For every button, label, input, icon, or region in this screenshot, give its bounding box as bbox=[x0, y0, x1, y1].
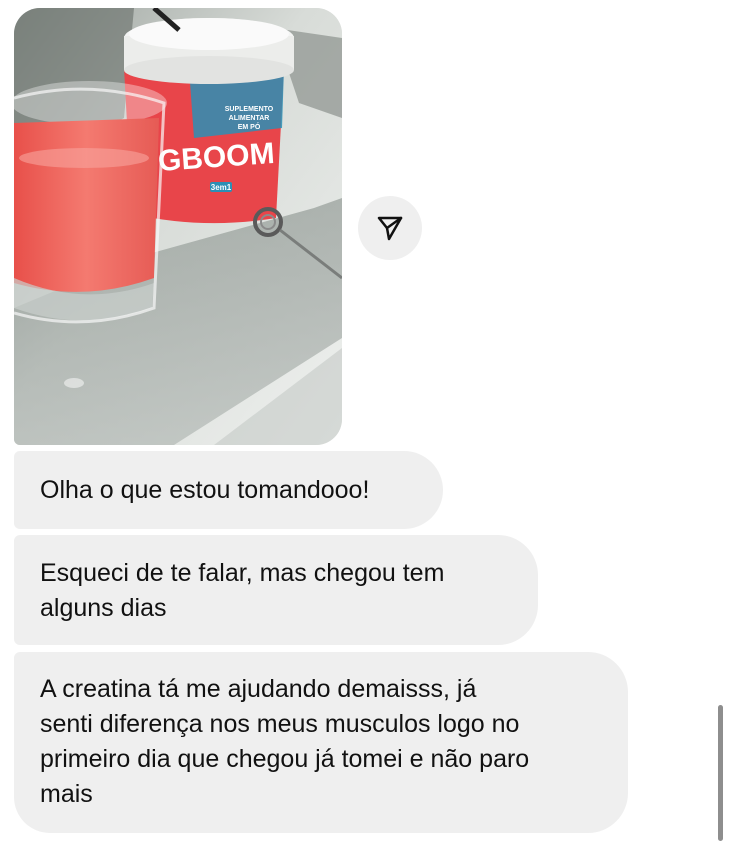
photo-message[interactable]: SUPLEMENTO ALIMENTAR EM PÓ BIGBOOM 3em1 bbox=[14, 8, 342, 445]
message-text: Esqueci de te falar, mas chegou tem algu… bbox=[40, 559, 445, 622]
svg-text:EM PÓ: EM PÓ bbox=[238, 122, 261, 131]
svg-text:3em1: 3em1 bbox=[211, 183, 232, 192]
share-button[interactable] bbox=[358, 196, 422, 260]
message-text: A creatina tá me ajudando demaisss, já s… bbox=[40, 675, 530, 808]
chat-thread: SUPLEMENTO ALIMENTAR EM PÓ BIGBOOM 3em1 bbox=[0, 0, 730, 841]
message-text: Olha o que estou tomandooo! bbox=[40, 476, 370, 504]
svg-text:SUPLEMENTO: SUPLEMENTO bbox=[225, 106, 274, 113]
svg-text:ALIMENTAR: ALIMENTAR bbox=[229, 115, 270, 122]
message-bubble[interactable]: A creatina tá me ajudando demaisss, já s… bbox=[14, 652, 628, 833]
scrollbar-thumb[interactable] bbox=[718, 705, 723, 841]
message-bubble[interactable]: Esqueci de te falar, mas chegou tem algu… bbox=[14, 535, 538, 645]
message-bubble[interactable]: Olha o que estou tomandooo! bbox=[14, 451, 443, 529]
send-icon bbox=[377, 216, 403, 241]
photo-image: SUPLEMENTO ALIMENTAR EM PÓ BIGBOOM 3em1 bbox=[14, 8, 342, 445]
